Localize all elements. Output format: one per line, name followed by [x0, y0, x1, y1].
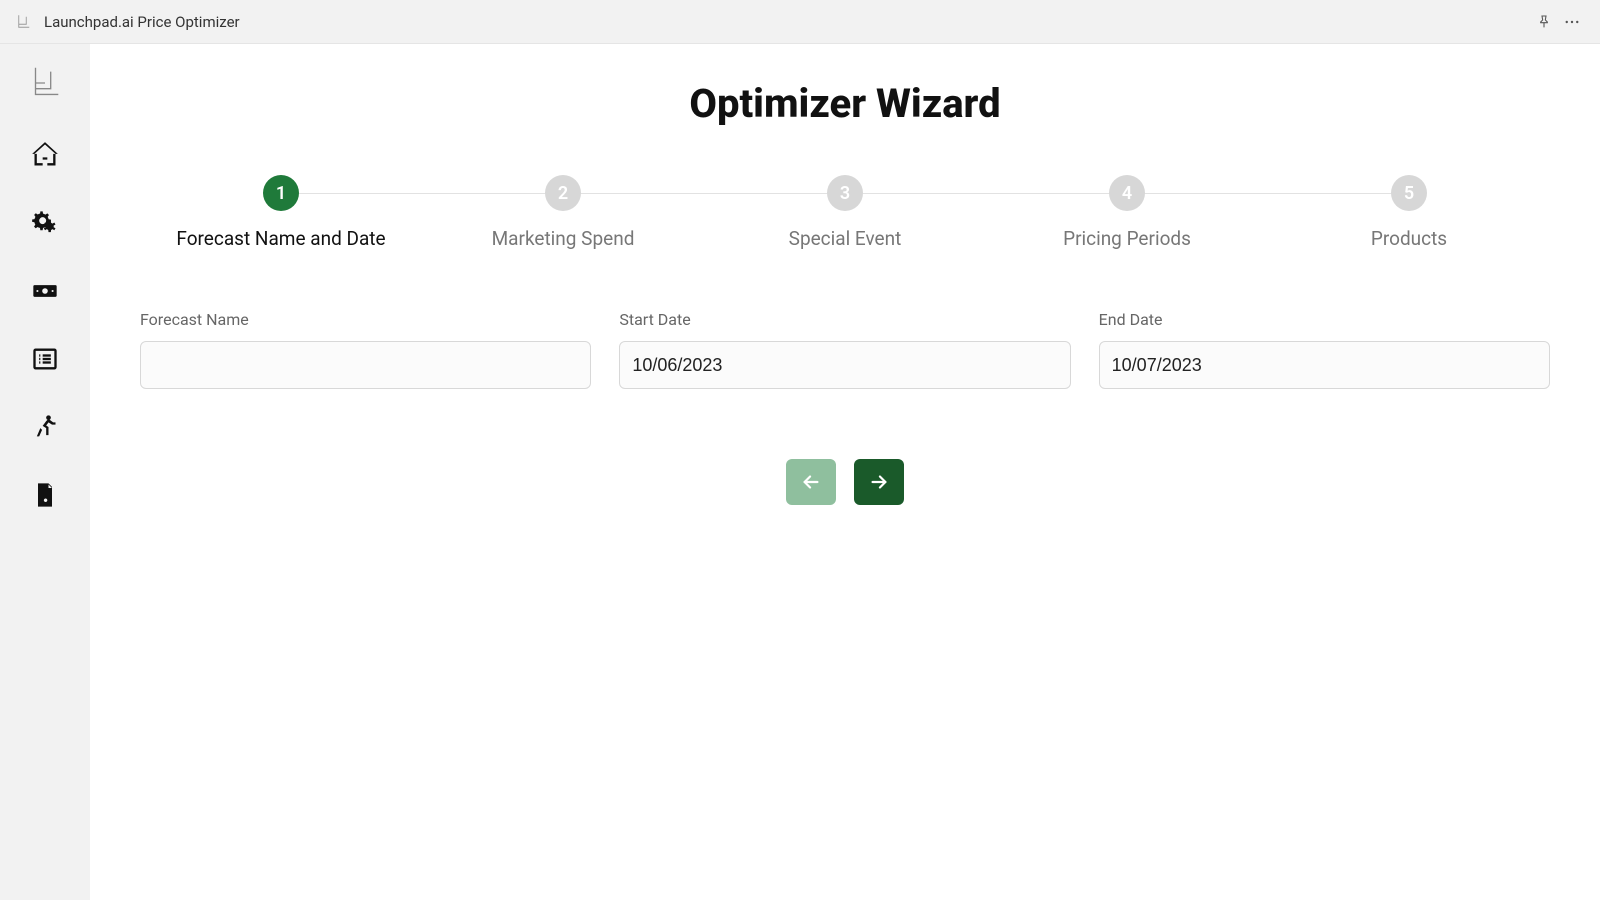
- step-2[interactable]: 2 Marketing Spend: [422, 175, 704, 250]
- end-date-label: End Date: [1099, 310, 1550, 329]
- forecast-name-label: Forecast Name: [140, 310, 591, 329]
- step-4[interactable]: 4 Pricing Periods: [986, 175, 1268, 250]
- sidebar: [0, 44, 90, 900]
- invoice-icon[interactable]: [30, 480, 60, 510]
- app-icon: [14, 12, 34, 32]
- running-icon[interactable]: [30, 412, 60, 442]
- forecast-name-group: Forecast Name: [140, 310, 591, 389]
- end-date-group: End Date: [1099, 310, 1550, 389]
- end-date-input[interactable]: [1099, 341, 1550, 389]
- main-content: Optimizer Wizard 1 Forecast Name and Dat…: [90, 44, 1600, 900]
- page-title: Optimizer Wizard: [130, 80, 1560, 127]
- start-date-input[interactable]: [619, 341, 1070, 389]
- step-5-number: 5: [1391, 175, 1427, 211]
- money-icon[interactable]: [30, 276, 60, 306]
- arrow-right-icon: [868, 471, 890, 493]
- step-3-number: 3: [827, 175, 863, 211]
- step-2-label: Marketing Spend: [492, 227, 635, 250]
- step-3[interactable]: 3 Special Event: [704, 175, 986, 250]
- prev-button[interactable]: [786, 459, 836, 505]
- step-5-label: Products: [1371, 227, 1447, 250]
- list-icon[interactable]: [30, 344, 60, 374]
- stepper: 1 Forecast Name and Date 2 Marketing Spe…: [140, 175, 1550, 250]
- more-button[interactable]: [1558, 8, 1586, 36]
- form-row: Forecast Name Start Date End Date: [140, 310, 1550, 389]
- step-1-number: 1: [263, 175, 299, 211]
- logo-icon: [26, 64, 64, 102]
- forecast-name-input[interactable]: [140, 341, 591, 389]
- next-button[interactable]: [854, 459, 904, 505]
- titlebar: Launchpad.ai Price Optimizer: [0, 0, 1600, 44]
- home-icon[interactable]: [30, 140, 60, 170]
- step-1[interactable]: 1 Forecast Name and Date: [140, 175, 422, 250]
- step-4-number: 4: [1109, 175, 1145, 211]
- start-date-label: Start Date: [619, 310, 1070, 329]
- gears-icon[interactable]: [30, 208, 60, 238]
- titlebar-title: Launchpad.ai Price Optimizer: [44, 13, 240, 31]
- pin-button[interactable]: [1530, 8, 1558, 36]
- arrow-left-icon: [800, 471, 822, 493]
- step-4-label: Pricing Periods: [1063, 227, 1191, 250]
- wizard-nav: [130, 459, 1560, 505]
- step-5[interactable]: 5 Products: [1268, 175, 1550, 250]
- step-2-number: 2: [545, 175, 581, 211]
- step-3-label: Special Event: [789, 227, 902, 250]
- step-1-label: Forecast Name and Date: [176, 227, 385, 250]
- start-date-group: Start Date: [619, 310, 1070, 389]
